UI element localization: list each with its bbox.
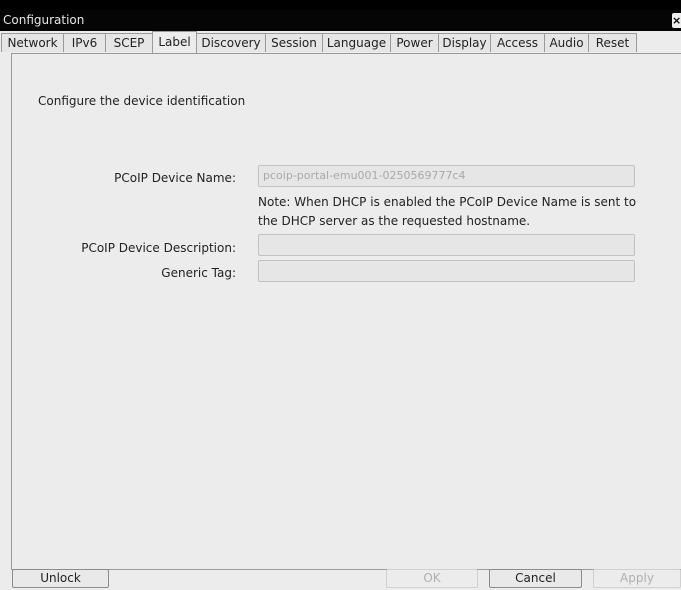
tab-reset[interactable]: Reset — [588, 33, 637, 52]
window-title: Configuration — [3, 13, 85, 27]
tab-access[interactable]: Access — [490, 33, 545, 52]
apply-button[interactable]: Apply — [593, 569, 681, 588]
device-name-field[interactable]: pcoip-portal-emu001-0250569777c4 — [258, 165, 635, 187]
label-panel — [11, 53, 681, 570]
tab-discovery[interactable]: Discovery — [196, 33, 266, 52]
configuration-window: Configuration × Network IPv6 SCEP Label … — [0, 10, 681, 590]
dhcp-note-line1: Note: When DHCP is enabled the PCoIP Dev… — [258, 195, 637, 209]
tab-power[interactable]: Power — [390, 33, 439, 52]
tab-bar: Network IPv6 SCEP Label Discovery Sessio… — [0, 31, 681, 53]
ok-button[interactable]: OK — [386, 569, 478, 588]
dhcp-note-line2: the DHCP server as the requested hostnam… — [258, 214, 531, 228]
tab-display[interactable]: Display — [438, 33, 491, 52]
tab-session[interactable]: Session — [265, 33, 323, 52]
generic-tag-field[interactable] — [258, 260, 635, 282]
unlock-button[interactable]: Unlock — [12, 569, 109, 588]
intro-text: Configure the device identification — [38, 94, 246, 108]
tab-scep[interactable]: SCEP — [105, 33, 153, 52]
device-name-label: PCoIP Device Name: — [114, 171, 236, 185]
title-bar: Configuration × — [0, 10, 681, 31]
close-icon[interactable]: × — [672, 13, 681, 28]
tab-network[interactable]: Network — [1, 33, 64, 52]
tab-audio[interactable]: Audio — [544, 33, 589, 52]
device-description-field[interactable] — [258, 234, 635, 256]
tab-label[interactable]: Label — [152, 31, 197, 53]
cancel-button[interactable]: Cancel — [489, 569, 582, 588]
generic-tag-label: Generic Tag: — [161, 266, 236, 280]
tab-language[interactable]: Language — [322, 33, 391, 52]
tab-ipv6[interactable]: IPv6 — [63, 33, 106, 52]
device-description-label: PCoIP Device Description: — [81, 241, 236, 255]
